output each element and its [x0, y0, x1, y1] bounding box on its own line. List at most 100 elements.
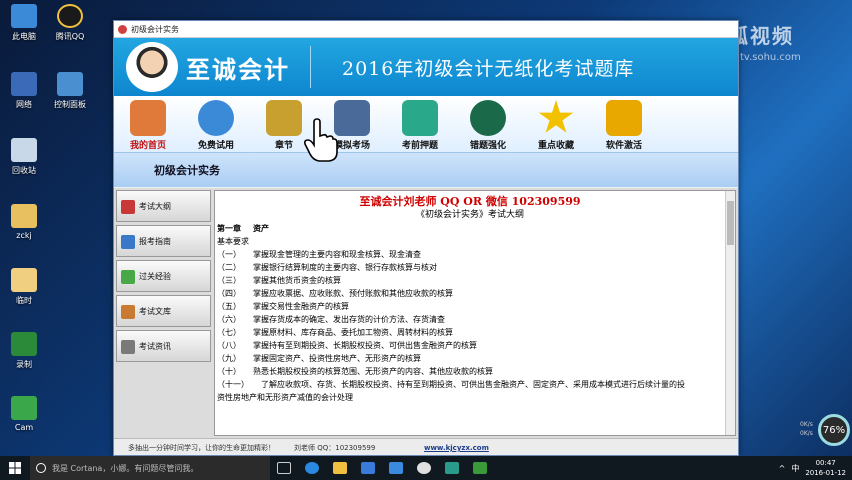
line-text: 掌握持有至到期投资、长期股权投资、可供出售金融资产的核算 — [253, 341, 477, 350]
speed-rates: 0K/s 0K/s — [800, 420, 813, 438]
toolbar-label: 我的首页 — [129, 141, 166, 151]
taskbar-app[interactable] — [438, 456, 466, 480]
syllabus-content[interactable]: 至诚会计刘老师 QQ OR 微信 102309599 《初级会计实务》考试大纲 … — [214, 190, 736, 436]
window-titlebar[interactable]: 初级会计实务 — [114, 21, 738, 38]
line-number: （十一） — [217, 380, 249, 389]
avatar — [126, 42, 178, 92]
content-line: （九） 掌握固定资产、投资性房地产、无形资产的核算 — [217, 352, 723, 365]
toolbar-label: 考前押题 — [401, 141, 438, 151]
desktop-icon-this-pc[interactable]: 此电脑 — [0, 4, 48, 42]
recycle-bin-icon — [11, 138, 37, 162]
toolbar-exam-predict[interactable]: 考前押题 — [386, 100, 454, 152]
status-contact: 刘老师 QQ：102309599 — [294, 444, 376, 452]
status-website-link[interactable]: www.kjcyzx.com — [424, 444, 544, 452]
clock-date: 2016-01-12 — [805, 469, 846, 477]
notebook-icon — [402, 100, 438, 136]
taskbar: 我是 Cortana，小娜。有问题尽管问我。 ^ 中 00:47 2016-01… — [0, 456, 852, 480]
desktop-icon-record[interactable]: 录制 — [0, 332, 48, 370]
line-number: （三） — [217, 276, 241, 285]
taskbar-camtasia[interactable] — [466, 456, 494, 480]
banner-title: 2016年初级会计无纸化考试题库 — [342, 58, 635, 80]
taskbar-store[interactable] — [354, 456, 382, 480]
camtasia-icon — [11, 396, 37, 420]
clock[interactable]: 00:47 2016-01-12 — [805, 458, 846, 478]
toolbar-label: 模拟考场 — [333, 141, 370, 151]
camtasia-recorder-icon — [11, 332, 37, 356]
folder-icon — [11, 268, 37, 292]
taskbar-task-view[interactable] — [270, 456, 298, 480]
toolbar-favorites[interactable]: 重点收藏 — [522, 100, 590, 152]
desktop-icon-label: 网络 — [16, 100, 32, 109]
sidebar-item-library[interactable]: 考试文库 — [116, 295, 211, 327]
toolbar-wrong-questions[interactable]: 错题强化 — [454, 100, 522, 152]
taskbar-file-explorer[interactable] — [326, 456, 354, 480]
desktop-icon-label: zckj — [16, 231, 32, 240]
desktop-icon-network[interactable]: 网络 — [0, 72, 48, 110]
line-text: 掌握固定资产、投资性房地产、无形资产的核算 — [253, 354, 421, 363]
folder-icon — [11, 204, 37, 228]
line-number: （六） — [217, 315, 241, 324]
app-icon — [445, 462, 459, 474]
sidebar-item-syllabus[interactable]: 考试大纲 — [116, 190, 211, 222]
desktop-icon-recycle-bin[interactable]: 回收站 — [0, 138, 48, 176]
taskbar-photos[interactable] — [382, 456, 410, 480]
document-subtitle: 《初级会计实务》考试大纲 — [415, 210, 524, 220]
line-number: （五） — [217, 302, 241, 311]
desktop-icon-label: Cam — [14, 423, 34, 432]
sidebar-item-label: 考试大纲 — [139, 201, 171, 211]
content-line: 资性房地产和无形资产减值的会计处理 — [217, 391, 723, 404]
section-header: 初级会计实务 — [114, 153, 738, 187]
banner-divider — [310, 46, 311, 88]
network-icon — [11, 72, 37, 96]
desktop-icon-label: 腾讯QQ — [55, 32, 85, 41]
toolbar-label: 错题强化 — [469, 141, 506, 151]
content-scrollbar[interactable] — [725, 191, 735, 435]
edge-icon — [305, 462, 319, 474]
content-line: （三） 掌握其他货币资金的核算 — [217, 274, 723, 287]
status-slogan: 多抽出一分钟时间学习，让你的生命更加精彩！ — [128, 444, 275, 452]
sidebar: 考试大纲 报考指南 过关经验 考试文库 考试资讯 — [116, 190, 211, 365]
toolbar-label: 章节 — [274, 141, 293, 151]
section-title: 初级会计实务 — [154, 164, 220, 177]
line-number: （一） — [217, 250, 241, 259]
content-line: （十） 熟悉长期股权投资的核算范围、无形资产的内容、其他应收款的核算 — [217, 365, 723, 378]
store-icon — [361, 462, 375, 474]
monitor-icon — [334, 100, 370, 136]
sidebar-item-news[interactable]: 考试资讯 — [116, 330, 211, 362]
desktop-icon-label: 此电脑 — [12, 32, 36, 41]
desktop-icon-label: 控制面板 — [54, 100, 86, 109]
content-line: 第一章 资产 — [217, 222, 723, 235]
qq-penguin-icon — [57, 4, 83, 28]
line-number: （二） — [217, 263, 241, 272]
line-text: 掌握存货成本的确定、发出存货的计价方法、存货清查 — [253, 315, 445, 324]
desktop-icon-label: 录制 — [16, 360, 32, 369]
ime-indicator[interactable]: 中 — [791, 463, 799, 474]
content-line: （五） 掌握交易性金融资产的核算 — [217, 300, 723, 313]
desktop-icon-control-panel[interactable]: 控制面板 — [46, 72, 94, 110]
line-text: 掌握交易性金融资产的核算 — [253, 302, 349, 311]
toolbar-activate[interactable]: 软件激活 — [590, 100, 658, 152]
desktop-icon-cam[interactable]: Cam — [0, 396, 48, 432]
sidebar-item-experience[interactable]: 过关经验 — [116, 260, 211, 292]
cortana-search-box[interactable]: 我是 Cortana，小娜。有问题尽管问我。 — [30, 456, 270, 480]
news-icon — [121, 340, 135, 354]
toolbar-home[interactable]: 我的首页 — [114, 100, 182, 152]
desktop-icon-temp[interactable]: 临时 — [0, 268, 48, 306]
line-text: 熟悉长期股权投资的核算范围、无形资产的内容、其他应收款的核算 — [253, 367, 493, 376]
experience-icon — [121, 270, 135, 284]
desktop-icon-qq[interactable]: 腾讯QQ — [46, 4, 94, 42]
line-text: 资产 — [253, 224, 269, 233]
start-button[interactable] — [0, 456, 30, 480]
scrollbar-thumb[interactable] — [727, 201, 734, 245]
toolbar-label: 软件激活 — [605, 141, 642, 151]
sidebar-item-guide[interactable]: 报考指南 — [116, 225, 211, 257]
network-speed-widget[interactable]: 0K/s 0K/s 76% — [780, 414, 852, 448]
taskbar-qq[interactable] — [410, 456, 438, 480]
cortana-placeholder: 我是 Cortana，小娜。有问题尽管问我。 — [52, 463, 199, 473]
main-toolbar: 我的首页 免费试用 章节 模拟考场 考前押题 错题强化 重点收藏 软件激活 — [114, 96, 738, 153]
desktop-icon-zckj[interactable]: zckj — [0, 204, 48, 240]
taskbar-edge[interactable] — [298, 456, 326, 480]
tray-chevron-icon[interactable]: ^ — [779, 464, 786, 473]
toolbar-free-trial[interactable]: 免费试用 — [182, 100, 250, 152]
content-line: （六） 掌握存货成本的确定、发出存货的计价方法、存货清查 — [217, 313, 723, 326]
